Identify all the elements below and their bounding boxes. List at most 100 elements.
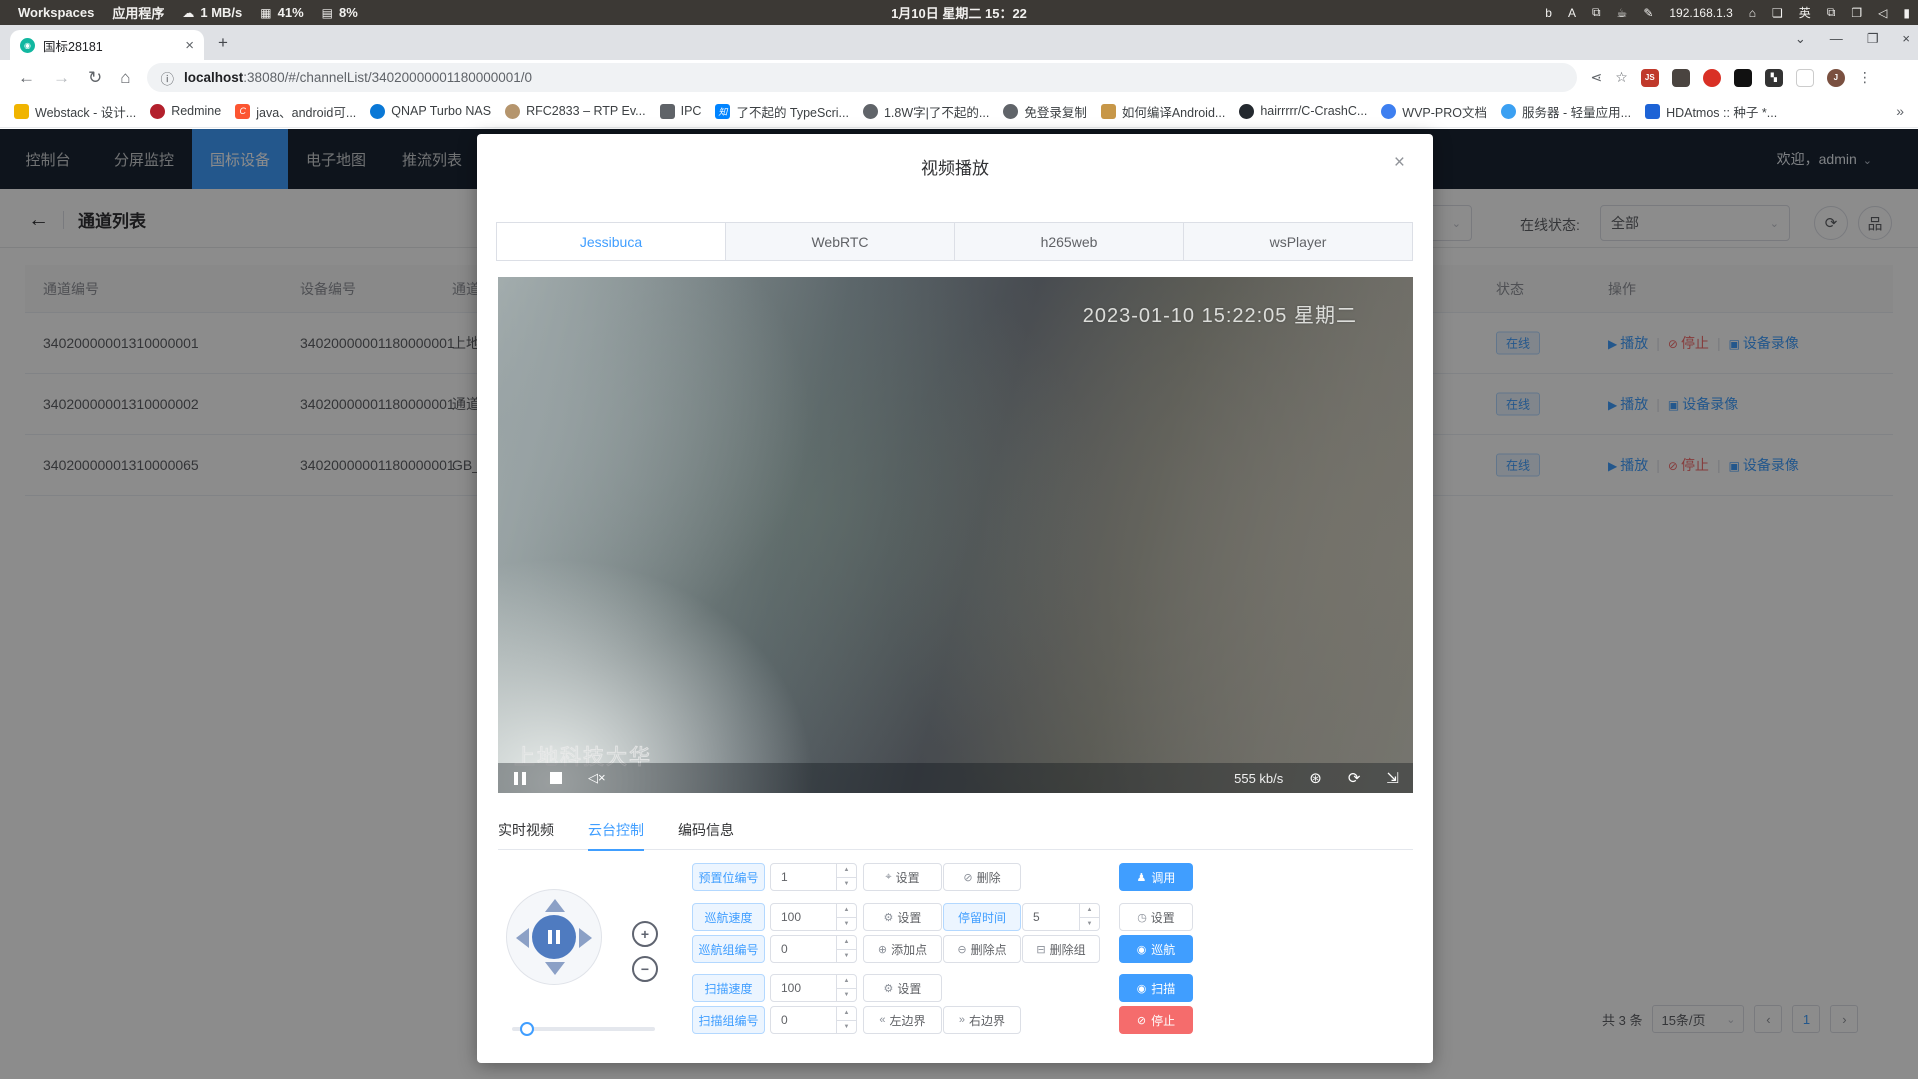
ptz-up-icon[interactable] — [545, 899, 565, 912]
cruise-group-label: 巡航组编号 — [692, 935, 765, 963]
ptz-right-icon[interactable] — [579, 928, 592, 948]
cruise-delete-group-button[interactable]: ⊟删除组 — [1022, 935, 1100, 963]
zoom-out-button[interactable]: − — [632, 956, 658, 982]
ptz-stop-button[interactable]: ⊘停止 — [1119, 1006, 1193, 1034]
browser-home-button[interactable]: ⌂ — [120, 68, 130, 88]
bookmark-item[interactable]: 免登录复制 — [1003, 102, 1087, 121]
reload-stream-icon[interactable]: ⟳ — [1348, 769, 1361, 787]
cruise-delete-point-button[interactable]: ⊖删除点 — [943, 935, 1021, 963]
bookmark-item[interactable]: 1.8W字|了不起的... — [863, 102, 989, 121]
pause-button[interactable] — [514, 772, 526, 785]
display-icon[interactable]: ❐ — [1851, 6, 1862, 20]
bookmark-item[interactable]: WVP-PRO文档 — [1381, 102, 1487, 121]
new-tab-button[interactable]: + — [218, 33, 228, 53]
bookmark-folder[interactable]: IPC — [660, 104, 702, 119]
screenshot-tool-icon[interactable]: ✎ — [1643, 6, 1653, 20]
bookmark-item[interactable]: Webstack - 设计... — [14, 102, 136, 121]
preset-number-input[interactable]: 1▲▼ — [770, 863, 857, 891]
cruise-start-button[interactable]: ◉巡航 — [1119, 935, 1193, 963]
browser-tab[interactable]: ◉ 国标28181 × — [10, 30, 204, 60]
browser-forward-button[interactable]: → — [53, 68, 70, 88]
home-icon[interactable]: ⌂ — [1749, 6, 1756, 20]
window-close-button[interactable]: × — [1902, 31, 1910, 47]
tab-ptz-control[interactable]: 云台控制 — [588, 810, 644, 850]
stop-button[interactable] — [550, 772, 562, 784]
scan-speed-input[interactable]: 100▲▼ — [770, 974, 857, 1002]
bookmarks-overflow-icon[interactable]: » — [1896, 103, 1904, 119]
bookmark-item[interactable]: RFC2833 – RTP Ev... — [505, 104, 646, 119]
window-restore-button[interactable]: ❐ — [1867, 31, 1879, 47]
bookmark-item[interactable]: Cjava、android可... — [235, 102, 356, 121]
browser-menu-icon[interactable]: ⋮ — [1858, 69, 1872, 86]
window-list-icon[interactable]: ⧉ — [1827, 5, 1836, 20]
scan-left-boundary-button[interactable]: «左边界 — [863, 1006, 942, 1034]
extension-page-icon[interactable] — [1796, 69, 1814, 87]
extensions-puzzle-icon[interactable]: ▚ — [1765, 69, 1783, 87]
window-minimize-button[interactable]: — — [1830, 31, 1843, 47]
scan-speed-set-button[interactable]: ⚙设置 — [863, 974, 942, 1002]
tab-live-video[interactable]: 实时视频 — [498, 810, 554, 850]
bookmark-star-icon[interactable]: ☆ — [1615, 69, 1628, 86]
bookmark-item[interactable]: 如何编译Android... — [1101, 102, 1226, 121]
tab-webrtc[interactable]: WebRTC — [726, 223, 955, 260]
snapshot-icon[interactable]: ⊛ — [1309, 769, 1322, 787]
preset-call-button[interactable]: ♟调用 — [1119, 863, 1193, 891]
extension-tampermonkey-icon[interactable] — [1672, 69, 1690, 87]
slider-handle[interactable] — [520, 1022, 534, 1036]
windows-icon[interactable]: ❏ — [1772, 6, 1783, 20]
zoom-in-button[interactable]: + — [632, 921, 658, 947]
cruise-speed-input[interactable]: 100▲▼ — [770, 903, 857, 931]
extension-js-icon[interactable]: JS — [1641, 69, 1659, 87]
cruise-speed-set-button[interactable]: ⚙设置 — [863, 903, 942, 931]
ptz-speed-slider[interactable] — [512, 1027, 655, 1031]
tab-wsplayer[interactable]: wsPlayer — [1184, 223, 1412, 260]
tab-codec-info[interactable]: 编码信息 — [678, 810, 734, 850]
cruise-group-input[interactable]: 0▲▼ — [770, 935, 857, 963]
scan-right-boundary-button[interactable]: »右边界 — [943, 1006, 1021, 1034]
ime-language[interactable]: 英 — [1799, 4, 1811, 21]
extension-adblock-icon[interactable] — [1703, 69, 1721, 87]
share-icon[interactable]: ⋖ — [1591, 69, 1603, 86]
stay-time-set-button[interactable]: ◷设置 — [1119, 903, 1193, 931]
bookmark-item[interactable]: 服务器 - 轻量应用... — [1501, 102, 1631, 121]
bookmark-item[interactable]: QNAP Turbo NAS — [370, 104, 491, 119]
ptz-direction-pad[interactable] — [506, 889, 602, 985]
bitrate-label: 555 kb/s — [1234, 771, 1283, 786]
clipboard-icon[interactable]: ⧉ — [1592, 5, 1601, 20]
bookmark-item[interactable]: Redmine — [150, 104, 221, 119]
workspaces-button[interactable]: Workspaces — [18, 5, 94, 20]
extension-dark-icon[interactable] — [1734, 69, 1752, 87]
bookmark-item[interactable]: hairrrrr/C-CrashC... — [1239, 104, 1367, 119]
dialog-close-icon[interactable]: × — [1394, 152, 1405, 174]
scan-start-button[interactable]: ◉扫描 — [1119, 974, 1193, 1002]
media-indicator-icon[interactable]: b — [1545, 6, 1552, 20]
pin-delete-icon: ⊘ — [963, 871, 972, 884]
browser-reload-button[interactable]: ↻ — [88, 68, 102, 88]
site-info-icon[interactable]: ⓘ — [161, 68, 175, 88]
applications-menu[interactable]: 应用程序 — [112, 3, 164, 22]
preset-delete-button[interactable]: ⊘删除 — [943, 863, 1021, 891]
tab-search-icon[interactable]: ⌄ — [1795, 31, 1806, 47]
ptz-down-icon[interactable] — [545, 962, 565, 975]
ptz-center-pause-button[interactable] — [532, 915, 576, 959]
tab-close-icon[interactable]: × — [185, 37, 194, 54]
address-bar[interactable]: ⓘ localhost:38080/#/channelList/34020000… — [147, 63, 1577, 92]
system-clock[interactable]: 1月10日 星期二 15：22 — [891, 3, 1027, 22]
tab-h265web[interactable]: h265web — [955, 223, 1184, 260]
video-canvas[interactable]: 2023-01-10 15:22:05 星期二 上地科技大华 ◁× 555 kb… — [498, 277, 1413, 793]
caffeine-icon[interactable]: ☕ — [1617, 6, 1628, 20]
fullscreen-icon[interactable]: ⇲ — [1386, 769, 1399, 787]
bookmark-item[interactable]: HDAtmos :: 种子 *... — [1645, 102, 1777, 121]
scan-group-input[interactable]: 0▲▼ — [770, 1006, 857, 1034]
cruise-add-point-button[interactable]: ⊕添加点 — [863, 935, 942, 963]
stay-time-input[interactable]: 5▲▼ — [1022, 903, 1100, 931]
preset-set-button[interactable]: ⌖设置 — [863, 863, 942, 891]
bookmark-item[interactable]: 知了不起的 TypeScri... — [715, 102, 849, 121]
ptz-left-icon[interactable] — [516, 928, 529, 948]
tab-jessibuca[interactable]: Jessibuca — [497, 223, 726, 260]
mute-icon[interactable]: ◁× — [588, 770, 606, 786]
browser-back-button[interactable]: ← — [18, 68, 35, 88]
input-method-icon[interactable]: A — [1568, 6, 1576, 20]
volume-icon[interactable]: ◁ — [1878, 6, 1887, 20]
profile-avatar[interactable]: J — [1827, 69, 1845, 87]
